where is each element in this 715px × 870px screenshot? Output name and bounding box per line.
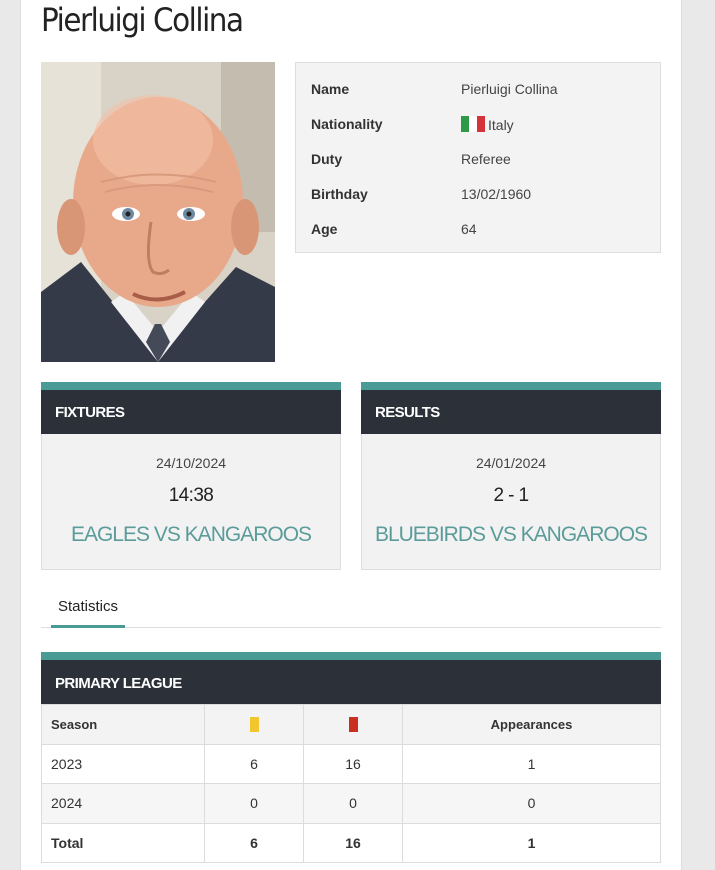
cell-red: 0 xyxy=(303,783,403,824)
profile-info-panel: Name Pierluigi Collina Nationality Italy… xyxy=(295,62,661,253)
info-value-name: Pierluigi Collina xyxy=(461,81,558,97)
nationality-text: Italy xyxy=(488,117,514,133)
referee-photo xyxy=(41,62,275,362)
fixture-match-link[interactable]: EAGLES VS KANGAROOS xyxy=(42,523,340,547)
result-date: 24/01/2024 xyxy=(475,455,547,471)
page-container: Pierluigi Collina Name Pierluigi Collina… xyxy=(20,0,682,870)
cell-appearances: 0 xyxy=(402,783,661,824)
info-row-name: Name Pierluigi Collina xyxy=(296,63,660,98)
cell-yellow: 6 xyxy=(204,743,304,784)
result-match-link[interactable]: BLUEBIRDS VS KANGAROOS xyxy=(362,523,660,547)
info-row-age: Age 64 xyxy=(296,203,660,238)
cell-total-red: 16 xyxy=(303,822,403,863)
cell-appearances: 1 xyxy=(402,743,661,784)
league-heading: PRIMARY LEAGUE xyxy=(41,660,661,704)
table-total-row: Total 6 16 1 xyxy=(41,822,661,863)
table-row: 2023 6 16 1 xyxy=(41,743,661,784)
fixture-date: 24/10/2024 xyxy=(155,455,227,471)
info-value-duty: Referee xyxy=(461,151,511,167)
fixture-time: 14:38 xyxy=(168,485,214,506)
tab-statistics[interactable]: Statistics xyxy=(51,597,125,628)
cell-red: 16 xyxy=(303,743,403,784)
column-header-red-cards xyxy=(303,704,403,745)
info-label-name: Name xyxy=(311,81,350,97)
info-value-nationality: Italy xyxy=(461,116,514,133)
table-row: 2024 0 0 0 xyxy=(41,783,661,824)
fixtures-heading: FIXTURES xyxy=(41,390,341,434)
info-label-nationality: Nationality xyxy=(311,116,383,132)
cell-total-label: Total xyxy=(41,822,205,863)
results-card: RESULTS 24/01/2024 2 - 1 BLUEBIRDS VS KA… xyxy=(361,382,661,570)
italy-flag-icon xyxy=(461,116,485,132)
table-header-row: Season Appearances xyxy=(41,704,661,745)
info-row-duty: Duty Referee xyxy=(296,133,660,168)
yellow-card-icon xyxy=(249,717,259,733)
fixtures-card: FIXTURES 24/10/2024 14:38 EAGLES VS KANG… xyxy=(41,382,341,570)
column-header-season: Season xyxy=(41,704,205,745)
results-heading: RESULTS xyxy=(361,390,661,434)
info-label-age: Age xyxy=(311,221,338,237)
info-row-nationality: Nationality Italy xyxy=(296,98,660,133)
column-header-appearances: Appearances xyxy=(402,704,661,745)
result-score: 2 - 1 xyxy=(493,485,529,506)
info-label-birthday: Birthday xyxy=(311,186,368,202)
fixtures-accent-bar xyxy=(41,382,341,390)
cell-season: 2023 xyxy=(41,743,205,784)
info-row-birthday: Birthday 13/02/1960 xyxy=(296,168,660,203)
info-label-duty: Duty xyxy=(311,151,343,167)
stats-tab-bar: Statistics xyxy=(41,597,661,628)
cell-yellow: 0 xyxy=(204,783,304,824)
info-value-birthday: 13/02/1960 xyxy=(461,186,532,202)
column-header-yellow-cards xyxy=(204,704,304,745)
league-accent-bar xyxy=(41,652,661,660)
cell-total-appearances: 1 xyxy=(402,822,661,863)
cell-season: 2024 xyxy=(41,783,205,824)
results-accent-bar xyxy=(361,382,661,390)
info-value-age: 64 xyxy=(461,221,477,237)
red-card-icon xyxy=(348,717,358,733)
cell-total-yellow: 6 xyxy=(204,822,304,863)
league-stats-table: Season Appearances 2023 6 16 1 2024 0 0 … xyxy=(41,704,661,863)
page-title: Pierluigi Collina xyxy=(41,1,244,39)
